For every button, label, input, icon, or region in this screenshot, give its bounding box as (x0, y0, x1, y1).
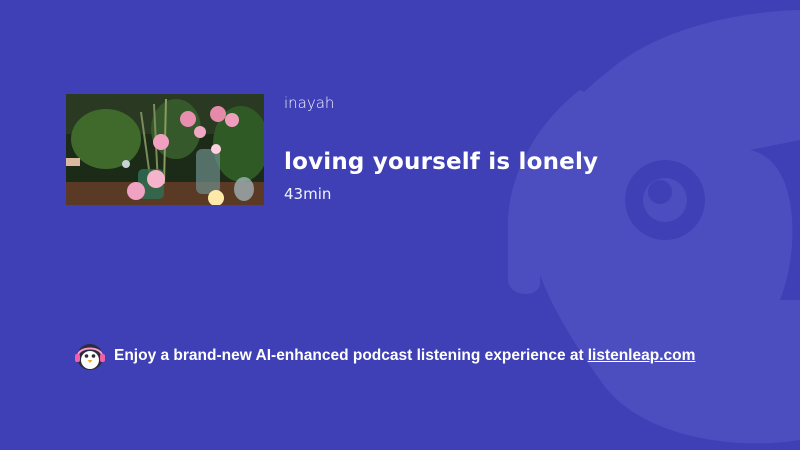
listenleap-link[interactable]: listenleap.com (588, 347, 696, 365)
penguin-headphones-icon (75, 344, 105, 370)
listenleap-logo-watermark (508, 10, 800, 444)
episode-thumbnail[interactable] (66, 94, 264, 205)
episode-title[interactable]: loving yourself is lonely (284, 149, 598, 175)
podcast-author[interactable]: inayah (284, 94, 334, 112)
episode-duration: 43min (284, 185, 332, 203)
promo-banner: Enjoy a brand-new AI-enhanced podcast li… (74, 341, 695, 371)
flower-arrangement-thumbnail (66, 94, 264, 205)
promo-text: Enjoy a brand-new AI-enhanced podcast li… (114, 347, 584, 364)
